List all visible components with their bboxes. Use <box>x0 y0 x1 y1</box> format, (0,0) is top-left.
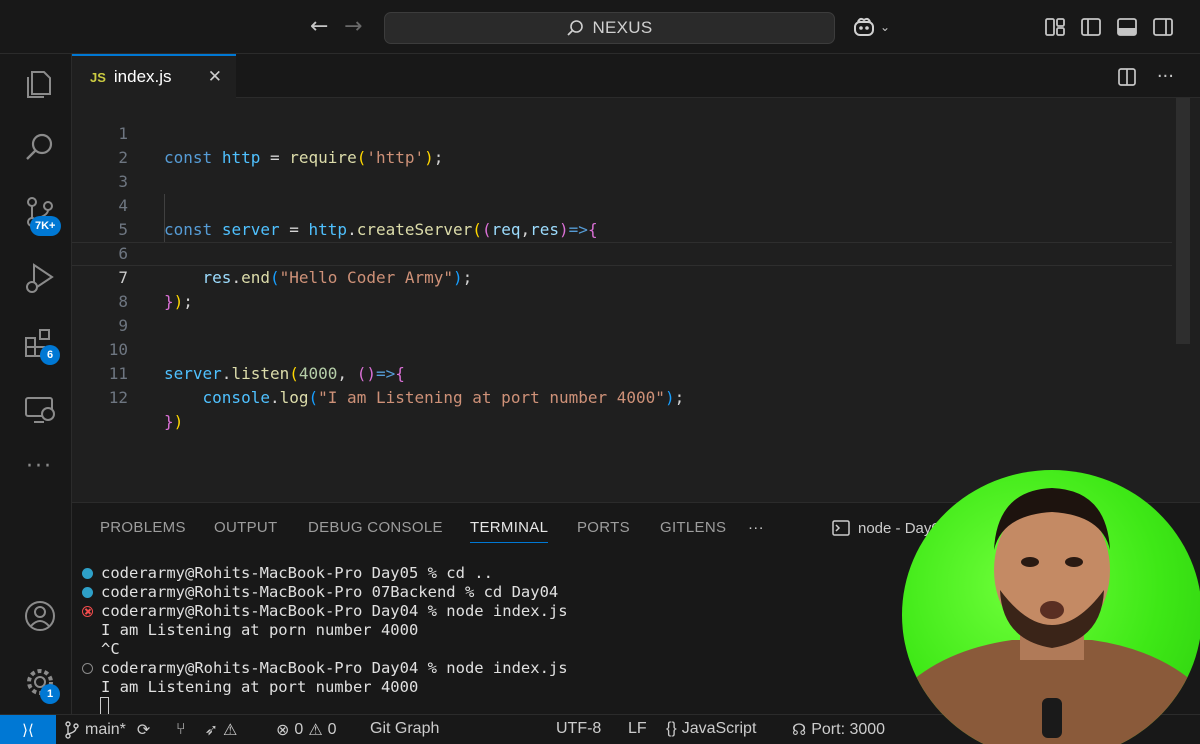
tab-output[interactable]: OUTPUT <box>214 519 277 536</box>
tab-gitlens[interactable]: GITLENS <box>660 519 726 536</box>
source-control-badge: 7K+ <box>30 216 61 236</box>
presenter-image <box>902 488 1200 744</box>
terminal-cursor[interactable] <box>100 697 109 715</box>
code-line: 12 }) <box>72 362 1172 431</box>
error-icon: ⊗ <box>276 722 290 739</box>
copilot-icon <box>854 17 874 36</box>
customize-layout-icon[interactable] <box>1044 16 1066 38</box>
tab-index-js[interactable]: JS index.js ✕ <box>72 54 236 98</box>
command-success-icon <box>82 587 93 598</box>
settings-badge: 1 <box>40 684 60 704</box>
code-line: 10 server.listen(4000, ()=>{ <box>72 314 1172 383</box>
editor-scrollbar[interactable] <box>1176 98 1190 344</box>
git-compare-icon[interactable]: ⑂ <box>176 721 186 739</box>
terminal-instance[interactable]: node - Day0 <box>832 519 940 537</box>
branch-indicator[interactable]: main* ⟳ <box>64 720 150 740</box>
more-icon[interactable]: ··· <box>26 454 53 479</box>
toggle-primary-sidebar-icon[interactable] <box>1080 16 1102 38</box>
close-icon[interactable]: ✕ <box>208 67 222 87</box>
split-editor-icon[interactable] <box>1117 67 1137 87</box>
arrow-right-icon[interactable]: → <box>344 14 362 40</box>
tab-terminal[interactable]: TERMINAL <box>470 519 549 543</box>
code-line: 3 <box>72 146 1172 191</box>
command-error-icon <box>82 606 93 617</box>
arrow-left-icon[interactable]: ← <box>310 14 328 40</box>
copilot-menu[interactable]: ⌄ <box>852 16 890 38</box>
encoding-indicator[interactable]: UTF-8 <box>556 720 601 738</box>
git-graph-button[interactable]: Git Graph <box>370 720 439 738</box>
warning-count: 0 <box>327 721 337 738</box>
tab-debug-console[interactable]: DEBUG CONSOLE <box>308 519 443 536</box>
tab-filename: index.js <box>113 67 172 86</box>
port-label: Port: 3000 <box>811 721 886 738</box>
toggle-secondary-sidebar-icon[interactable] <box>1152 16 1174 38</box>
terminal-output-line: I am Listening at porn number 4000 <box>101 621 419 639</box>
terminal-line: coderarmy@Rohits-MacBook-Pro Day05 % cd … <box>82 564 493 583</box>
code-line: 7 }); <box>72 242 1172 311</box>
tab-ports[interactable]: PORTS <box>577 519 630 536</box>
code-editor[interactable]: 1 const http = require('http'); 2 3 4 co… <box>72 98 1200 502</box>
extensions-badge: 6 <box>40 345 60 365</box>
more-actions-icon[interactable]: ··· <box>1157 66 1174 87</box>
code-line: 5 <box>72 194 1172 239</box>
warning-triangle-icon: ⚠ <box>223 722 238 739</box>
language-name: JavaScript <box>681 720 757 737</box>
tab-problems[interactable]: PROBLEMS <box>100 519 186 536</box>
eol-indicator[interactable]: LF <box>628 720 647 738</box>
search-icon <box>567 20 584 36</box>
webcam-overlay <box>902 470 1200 744</box>
terminal-output-line: ^C <box>101 640 120 658</box>
terminal-line: coderarmy@Rohits-MacBook-Pro Day04 % nod… <box>82 602 568 621</box>
terminal-line: coderarmy@Rohits-MacBook-Pro 07Backend %… <box>82 583 558 602</box>
code-line: 1 const http = require('http'); <box>72 98 1172 167</box>
rocket-icon[interactable]: ➶ <box>205 720 218 740</box>
warning-icon: ⚠ <box>308 722 323 739</box>
javascript-file-icon: JS <box>90 69 106 85</box>
braces-icon: {} <box>666 720 677 737</box>
line-number: 12 <box>108 388 128 407</box>
command-running-icon <box>82 663 93 674</box>
search-icon[interactable] <box>22 130 58 166</box>
account-icon[interactable] <box>22 598 58 634</box>
command-success-icon <box>82 568 93 579</box>
branch-name: main* <box>85 721 126 738</box>
terminal-line: coderarmy@Rohits-MacBook-Pro Day04 % nod… <box>82 659 568 678</box>
code-line: 11 console.log("I am Listening at port n… <box>72 338 1172 407</box>
terminal-icon <box>832 520 850 536</box>
port-indicator[interactable]: ☊ Port: 3000 <box>792 720 885 740</box>
workspace-name: NEXUS <box>592 18 653 37</box>
sync-icon[interactable]: ⟳ <box>137 720 150 740</box>
chevron-down-icon: ⌄ <box>880 20 891 34</box>
files-explorer-icon[interactable] <box>22 66 58 102</box>
git-actions[interactable]: ⑂ ➶ ⚠ <box>176 720 237 740</box>
broadcast-icon: ☊ <box>792 722 807 739</box>
code-line: 8 <box>72 266 1172 311</box>
problems-indicator[interactable]: ⊗ 0 ⚠ 0 <box>276 720 337 740</box>
remote-explorer-icon[interactable] <box>22 392 58 428</box>
code-line: 9 <box>72 290 1172 335</box>
code-line: 4 const server = http.createServer((req,… <box>72 170 1172 239</box>
code-line: 2 <box>72 122 1172 167</box>
editor-tab-bar: JS index.js ✕ ··· <box>72 54 1200 98</box>
error-count: 0 <box>294 721 304 738</box>
language-mode[interactable]: {} JavaScript <box>666 720 756 738</box>
toggle-panel-icon[interactable] <box>1116 16 1138 38</box>
terminal-output-line: I am Listening at port number 4000 <box>101 678 419 696</box>
command-center-search[interactable]: NEXUS <box>384 12 835 44</box>
panel-more-icon[interactable]: ··· <box>748 519 764 536</box>
git-branch-icon <box>65 721 79 739</box>
title-bar: ← → NEXUS ⌄ <box>0 0 1200 54</box>
activity-bar: 7K+ 6 ··· 1 <box>0 54 72 714</box>
run-and-debug-icon[interactable] <box>22 260 58 296</box>
remote-indicator-icon[interactable]: ⟩⟨ <box>0 715 56 744</box>
code-line: 6 res.end("Hello Coder Army"); <box>72 218 1172 287</box>
